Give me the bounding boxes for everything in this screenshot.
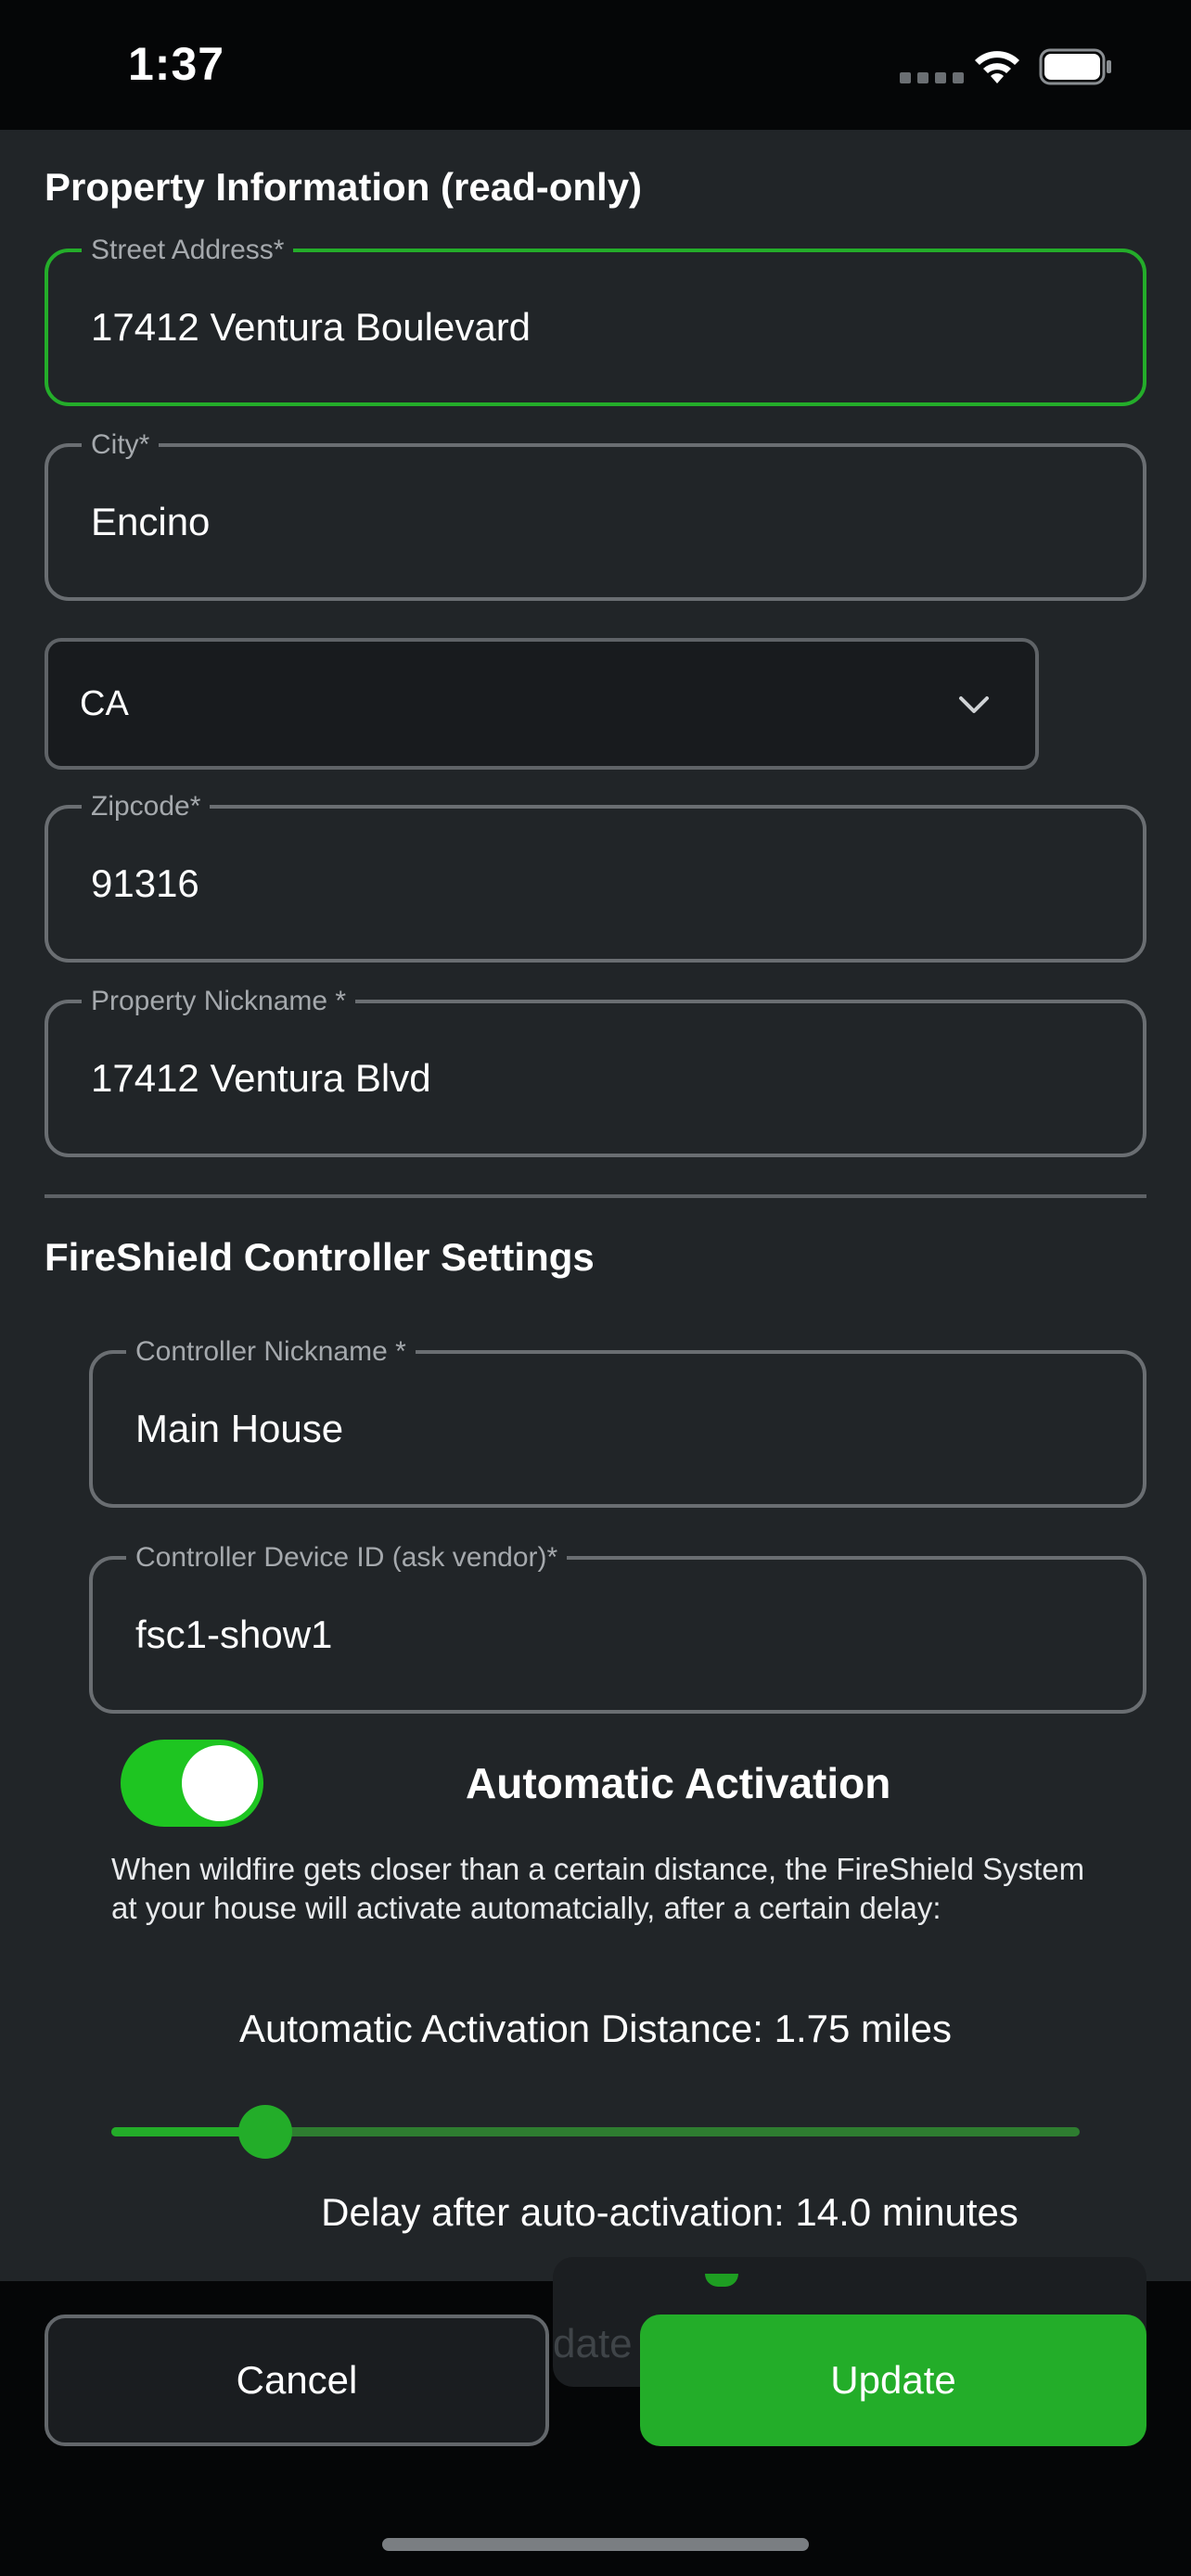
- activation-delay-label: Delay after auto-activation: 14.0 minute…: [321, 2190, 1018, 2234]
- toggle-knob: [182, 1745, 258, 1821]
- automatic-activation-toggle[interactable]: [121, 1740, 263, 1827]
- state-value: CA: [80, 683, 129, 723]
- state-select[interactable]: CA: [45, 638, 1039, 770]
- city-field[interactable]: City* Encino: [45, 428, 1146, 601]
- status-time: 1:37: [128, 38, 225, 90]
- zipcode-field[interactable]: Zipcode* 91316: [45, 790, 1146, 963]
- property-nickname-field[interactable]: Property Nickname * 17412 Ventura Blvd: [45, 985, 1146, 1157]
- slider-thumb[interactable]: [238, 2105, 293, 2159]
- activation-distance-slider[interactable]: [111, 2103, 1080, 2159]
- controller-nickname-field[interactable]: Controller Nickname * Main House: [89, 1335, 1146, 1508]
- controller-nickname-value: Main House: [135, 1407, 344, 1450]
- activation-distance-label: Automatic Activation Distance: 1.75 mile…: [238, 2007, 953, 2050]
- automatic-activation-label: Automatic Activation: [466, 1759, 891, 1807]
- wifi-icon: [975, 51, 1019, 83]
- zipcode-value: 91316: [91, 861, 199, 905]
- battery-icon: [1039, 48, 1111, 85]
- status-bar: 1:37: [0, 0, 1191, 130]
- city-value: Encino: [91, 500, 211, 543]
- inline-update-label-behind: date: [553, 2321, 633, 2366]
- automatic-activation-description: When wildfire gets closer than a certain…: [111, 1852, 1085, 1925]
- controller-section-title: FireShield Controller Settings: [45, 1235, 595, 1279]
- property-nickname-value: 17412 Ventura Blvd: [91, 1056, 431, 1100]
- property-form[interactable]: Property Information (read-only) Street …: [0, 130, 1191, 2281]
- controller-device-id-value: fsc1-show1: [135, 1613, 333, 1656]
- home-indicator: [382, 2538, 809, 2551]
- cellular-signal-icon: [900, 72, 964, 83]
- section-divider: [45, 1194, 1146, 1198]
- cancel-button[interactable]: Cancel: [45, 2315, 549, 2446]
- chevron-down-icon: [959, 696, 989, 713]
- street-address-value: 17412 Ventura Boulevard: [91, 305, 531, 349]
- update-button[interactable]: Update: [640, 2315, 1146, 2446]
- property-section-title: Property Information (read-only): [45, 165, 643, 209]
- controller-device-id-field[interactable]: Controller Device ID (ask vendor)* fsc1-…: [89, 1541, 1146, 1714]
- street-address-field[interactable]: Street Address* 17412 Ventura Boulevard: [45, 234, 1146, 406]
